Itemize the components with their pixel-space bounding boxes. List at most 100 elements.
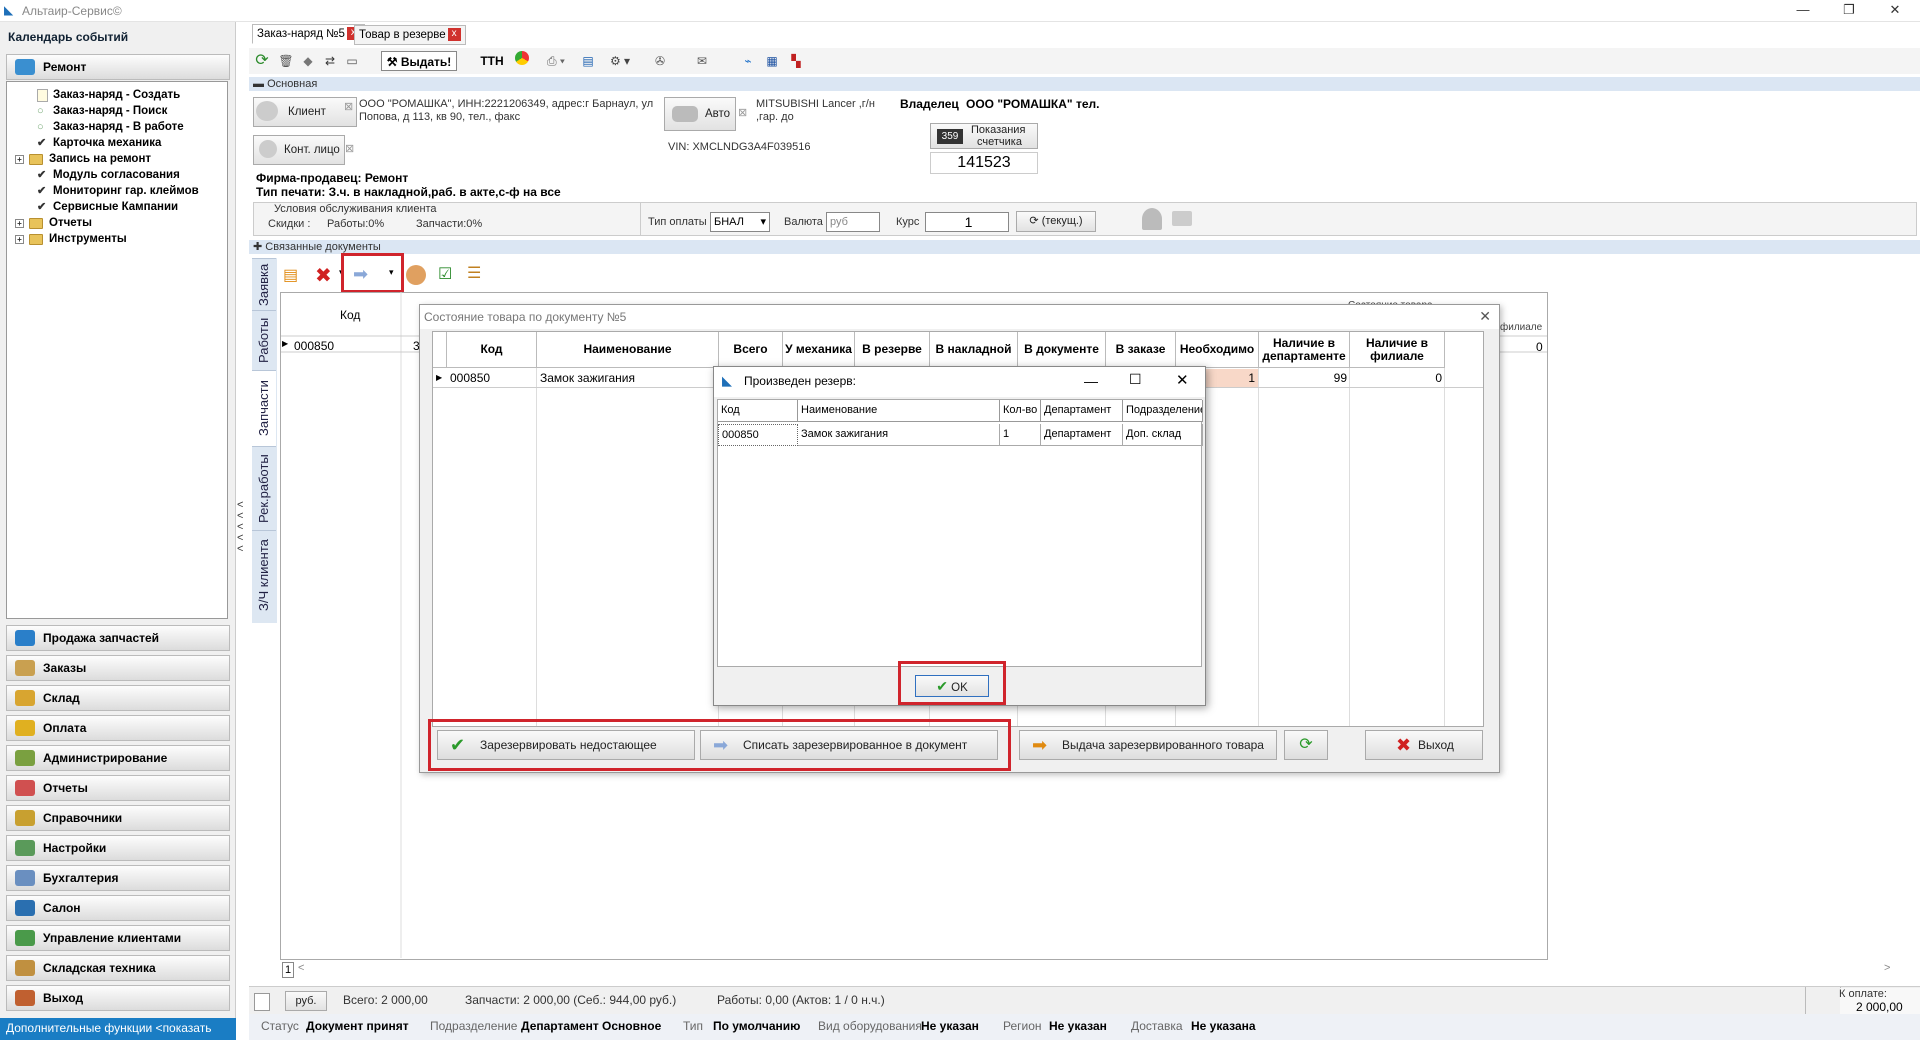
clear-contact-icon[interactable]: ⊠ [345, 142, 354, 155]
column-header[interactable]: У механика [783, 332, 855, 368]
nav-group[interactable]: Управление клиентами [6, 925, 230, 951]
comment-icon[interactable] [1172, 211, 1192, 226]
group-repair[interactable]: Ремонт [6, 54, 230, 80]
column-header[interactable]: В резерве [855, 332, 930, 368]
clear-client-icon[interactable]: ⊠ [344, 100, 353, 113]
nav-group[interactable]: Настройки [6, 835, 230, 861]
tth-button[interactable]: ТТН ▾ [477, 51, 507, 88]
table-cell[interactable]: Доп. склад [1123, 424, 1203, 446]
filter-icon[interactable]: ☰ [467, 263, 481, 283]
column-header[interactable]: Кол-во [1000, 400, 1041, 422]
robot-icon[interactable]: ✇ [651, 51, 669, 71]
column-header[interactable]: В накладной [930, 332, 1018, 368]
tab-client-parts[interactable]: З/Ч клиента [252, 530, 276, 620]
odometer-button[interactable]: 359 Показания счетчика [930, 123, 1038, 149]
close-tab-icon[interactable]: x [447, 28, 461, 42]
current-rate-button[interactable]: ⟳ (текущ.) [1016, 211, 1096, 232]
table-cell[interactable]: Замок зажигания [798, 424, 1000, 446]
column-header[interactable]: Код [718, 400, 798, 422]
nav-group[interactable]: Администрирование [6, 745, 230, 771]
close-icon[interactable]: ✕ [1176, 371, 1189, 389]
trash-icon[interactable]: 🗑 [277, 51, 295, 71]
user-lock-icon[interactable] [1142, 208, 1162, 230]
expand-icon[interactable]: + [15, 155, 24, 164]
transfer-icon[interactable]: ⇄ [321, 51, 339, 71]
events-calendar-link[interactable]: Календарь событий [8, 30, 128, 44]
mail-icon[interactable]: ✉ [693, 51, 711, 71]
nav-group[interactable]: Продажа запчастей [6, 625, 230, 651]
rate-field[interactable]: 1 [925, 212, 1009, 232]
issue-button[interactable]: ⚒ Выдать! [381, 51, 457, 71]
column-header[interactable]: Подразделение [1123, 400, 1203, 422]
column-header[interactable]: В заказе [1106, 332, 1176, 368]
users-icon[interactable] [406, 265, 426, 285]
table-cell[interactable]: 000850 [718, 424, 798, 446]
nav-group[interactable]: Выход [6, 985, 230, 1011]
nav-group[interactable]: Бухгалтерия [6, 865, 230, 891]
collapse-icon[interactable]: ▬ [253, 78, 267, 90]
currency-rub-button[interactable]: руб. [285, 991, 327, 1011]
nav-group[interactable]: Салон [6, 895, 230, 921]
table-cell[interactable]: 1 [1000, 424, 1041, 446]
print-icon[interactable]: ⎙ ▾ [541, 51, 571, 71]
back-icon[interactable]: ◆ [299, 51, 317, 71]
check-icon: ✔ [37, 137, 47, 149]
works-discount: Работы:0% [327, 218, 385, 230]
scroll-right-icon[interactable]: > [1884, 962, 1890, 974]
column-header[interactable]: Код [447, 332, 537, 368]
expand-icon[interactable]: + [15, 219, 24, 228]
refresh-button[interactable]: ⟳ [1284, 730, 1328, 760]
column-header[interactable]: Необходимо [1176, 332, 1259, 368]
minimize-icon[interactable]: — [1084, 373, 1098, 389]
table-cell[interactable]: Департамент [1041, 424, 1123, 446]
tab-parts[interactable]: Запчасти [252, 370, 276, 446]
tab-works[interactable]: Работы [252, 310, 276, 370]
nav-group[interactable]: Складская техника [6, 955, 230, 981]
check-icon: ✔ [37, 169, 47, 181]
grid-row-code[interactable]: 000850 [294, 339, 334, 353]
maximize-icon[interactable]: ☐ [1129, 371, 1142, 388]
nav-group[interactable]: Справочники [6, 805, 230, 831]
issue-reserved-button[interactable]: ➡ Выдача зарезервированного товара [1019, 730, 1277, 760]
qr-icon[interactable]: ▚ [787, 51, 805, 71]
tab-work-order[interactable]: Заказ-наряд №5x [252, 24, 365, 44]
nav-group[interactable]: Оплата [6, 715, 230, 741]
nav-group[interactable]: Склад [6, 685, 230, 711]
settings-icon[interactable]: ⚙ ▾ [605, 51, 635, 71]
car-icon[interactable]: ▭ [343, 51, 361, 71]
collapse-panel-icon[interactable]: < < < < < [237, 500, 247, 555]
tab-request[interactable]: Заявка [252, 258, 276, 310]
column-header[interactable]: Департамент [1041, 400, 1123, 422]
color-circle-icon[interactable] [513, 51, 531, 71]
more-functions-link[interactable]: Дополнительные функции <показать [0, 1018, 236, 1040]
column-header[interactable]: Наименование [537, 332, 719, 368]
calendar-icon[interactable]: ▦ [763, 51, 781, 71]
column-header[interactable]: Наименование [798, 400, 1000, 422]
minimize-icon[interactable]: — [1780, 0, 1826, 22]
add-document-icon[interactable]: ▤ [283, 265, 303, 285]
check-list-icon[interactable]: ☑ [438, 264, 452, 284]
exit-button[interactable]: ✖ Выход [1365, 730, 1483, 760]
nav-group[interactable]: Отчеты [6, 775, 230, 801]
table-icon[interactable]: ▤ [579, 51, 597, 71]
close-icon[interactable]: ✕ [1479, 308, 1491, 325]
restore-icon[interactable]: ❐ [1826, 0, 1872, 22]
column-header[interactable]: Всего [719, 332, 783, 368]
document-icon[interactable] [254, 993, 270, 1011]
column-header[interactable]: Наличие в департаменте [1259, 332, 1350, 368]
clear-auto-icon[interactable]: ⊠ [738, 106, 747, 119]
pay-type-select[interactable]: БНАЛ ▾ [710, 212, 770, 232]
column-header[interactable]: В документе [1018, 332, 1106, 368]
refresh-icon[interactable]: ⟳ [253, 51, 271, 71]
delete-icon[interactable]: ✖ [315, 263, 332, 288]
tab-recommended-works[interactable]: Рек.работы [252, 446, 276, 530]
tab-reserved-goods[interactable]: Товар в резерве x [354, 25, 466, 45]
column-header[interactable]: Наличие в филиале [1350, 332, 1445, 368]
pulse-icon[interactable]: ⌁ [739, 51, 757, 71]
nav-group[interactable]: Заказы [6, 655, 230, 681]
currency-field[interactable]: руб [826, 212, 880, 232]
expand-icon[interactable]: + [15, 235, 24, 244]
scroll-left-icon[interactable]: < [298, 962, 304, 974]
close-icon[interactable]: ✕ [1872, 0, 1918, 22]
expand-icon[interactable]: ✚ [253, 241, 265, 253]
